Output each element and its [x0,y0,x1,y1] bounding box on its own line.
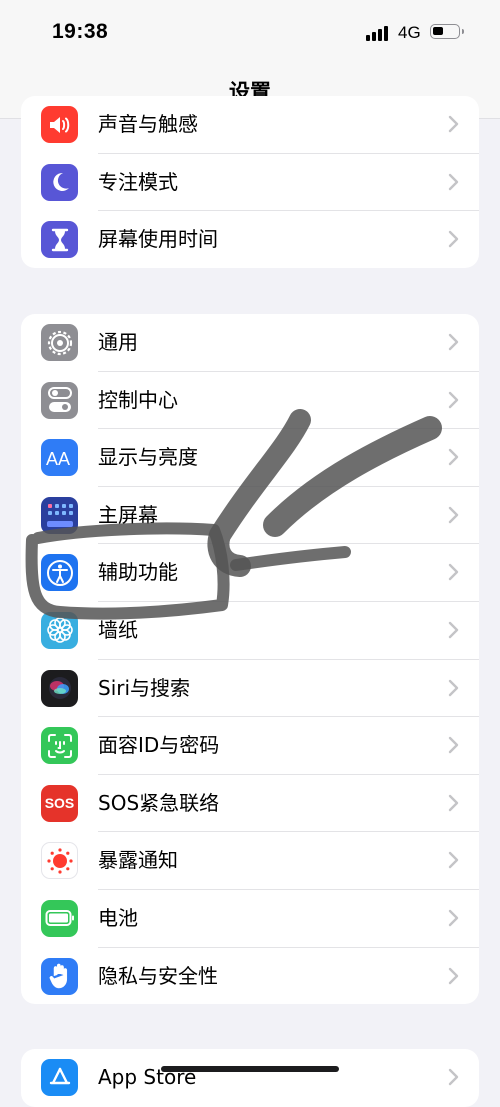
settings-row-screen-time[interactable]: 屏幕使用时间 [21,211,479,268]
settings-row-privacy[interactable]: 隐私与安全性 [21,948,479,1004]
moon-icon [41,163,78,201]
chevron-right-icon [448,230,459,248]
battery-icon [41,899,78,937]
flower-icon [41,611,78,649]
chevron-right-icon [448,736,459,754]
sos-icon-text: SOS [44,795,75,812]
chevron-right-icon [448,564,459,581]
settings-row-label: Siri与搜索 [98,675,191,700]
speaker-icon [41,106,78,143]
home-grid-icon [41,496,78,534]
settings-row-label: SOS紧急联络 [98,790,220,815]
status-time: 19:38 [52,20,109,43]
chevron-right-icon [448,115,459,133]
chevron-right-icon [448,173,459,190]
siri-icon [41,669,78,707]
home-indicator [161,1066,339,1072]
settings-row-battery[interactable]: 电池 [21,890,479,948]
status-bar: 19:38 4G [0,0,500,66]
settings-row-app-store[interactable]: App Store [21,1049,479,1107]
chevron-right-icon [448,333,459,351]
gear-icon [41,324,78,361]
settings-row-label: 控制中心 [98,387,178,412]
settings-row-exposure-notifications[interactable]: 暴露通知 [21,832,479,890]
settings-row-label: 声音与触感 [98,112,198,136]
chevron-right-icon [448,506,459,523]
settings-row-label: 屏幕使用时间 [98,227,218,252]
settings-row-emergency-sos[interactable]: SOS SOS紧急联络 [21,775,479,833]
settings-group-1: 声音与触感 专注模式 屏幕使用时间 [21,96,479,268]
sos-icon: SOS [41,784,78,822]
settings-row-general[interactable]: 通用 [21,314,479,372]
chevron-right-icon [448,679,459,696]
settings-row-sounds[interactable]: 声音与触感 [21,96,479,154]
chevron-right-icon [448,1068,459,1086]
exposure-icon [41,842,78,880]
settings-row-label: 隐私与安全性 [98,963,218,988]
settings-row-face-id[interactable]: 面容ID与密码 [21,717,479,775]
chevron-right-icon [448,794,459,811]
svg-text:AA: AA [46,449,70,468]
chevron-right-icon [448,852,459,869]
chevron-right-icon [448,967,459,984]
settings-row-focus[interactable]: 专注模式 [21,154,479,212]
settings-row-label: 墙纸 [98,617,138,642]
settings-row-label: 暴露通知 [98,848,178,873]
settings-row-control-center[interactable]: 控制中心 [21,372,479,430]
appstore-icon [41,1059,78,1096]
settings-row-display[interactable]: AA 显示与亮度 [21,429,479,487]
hourglass-icon [41,221,78,259]
chevron-right-icon [448,909,459,927]
settings-row-label: 专注模式 [98,169,178,194]
chevron-right-icon [448,621,459,639]
accessibility-icon [41,554,78,592]
settings-row-label: 面容ID与密码 [98,733,220,758]
settings-row-home-screen[interactable]: 主屏幕 [21,487,479,545]
cellular-signal-icon [366,25,392,41]
settings-row-accessibility[interactable]: 辅助功能 [21,544,479,602]
settings-group-3: App Store [21,1049,479,1107]
toggles-icon [41,381,78,419]
settings-row-label: 主屏幕 [98,502,158,527]
hand-icon [41,957,78,995]
chevron-right-icon [448,448,459,466]
chevron-right-icon [448,391,459,408]
network-type: 4G [398,23,421,42]
settings-row-label: 通用 [98,330,138,354]
faceid-icon [41,727,78,765]
settings-row-siri[interactable]: Siri与搜索 [21,660,479,718]
settings-row-label: 显示与亮度 [98,445,198,470]
battery-status-icon [430,24,464,39]
settings-row-label: 辅助功能 [98,560,178,585]
aa-icon: AA [41,439,78,477]
settings-row-label: 电池 [98,905,138,930]
settings-group-2: 通用 控制中心 AA 显示与亮度 主屏幕 辅助功能 墙纸 Siri与搜索 面容I… [21,314,479,1004]
settings-row-wallpaper[interactable]: 墙纸 [21,602,479,660]
